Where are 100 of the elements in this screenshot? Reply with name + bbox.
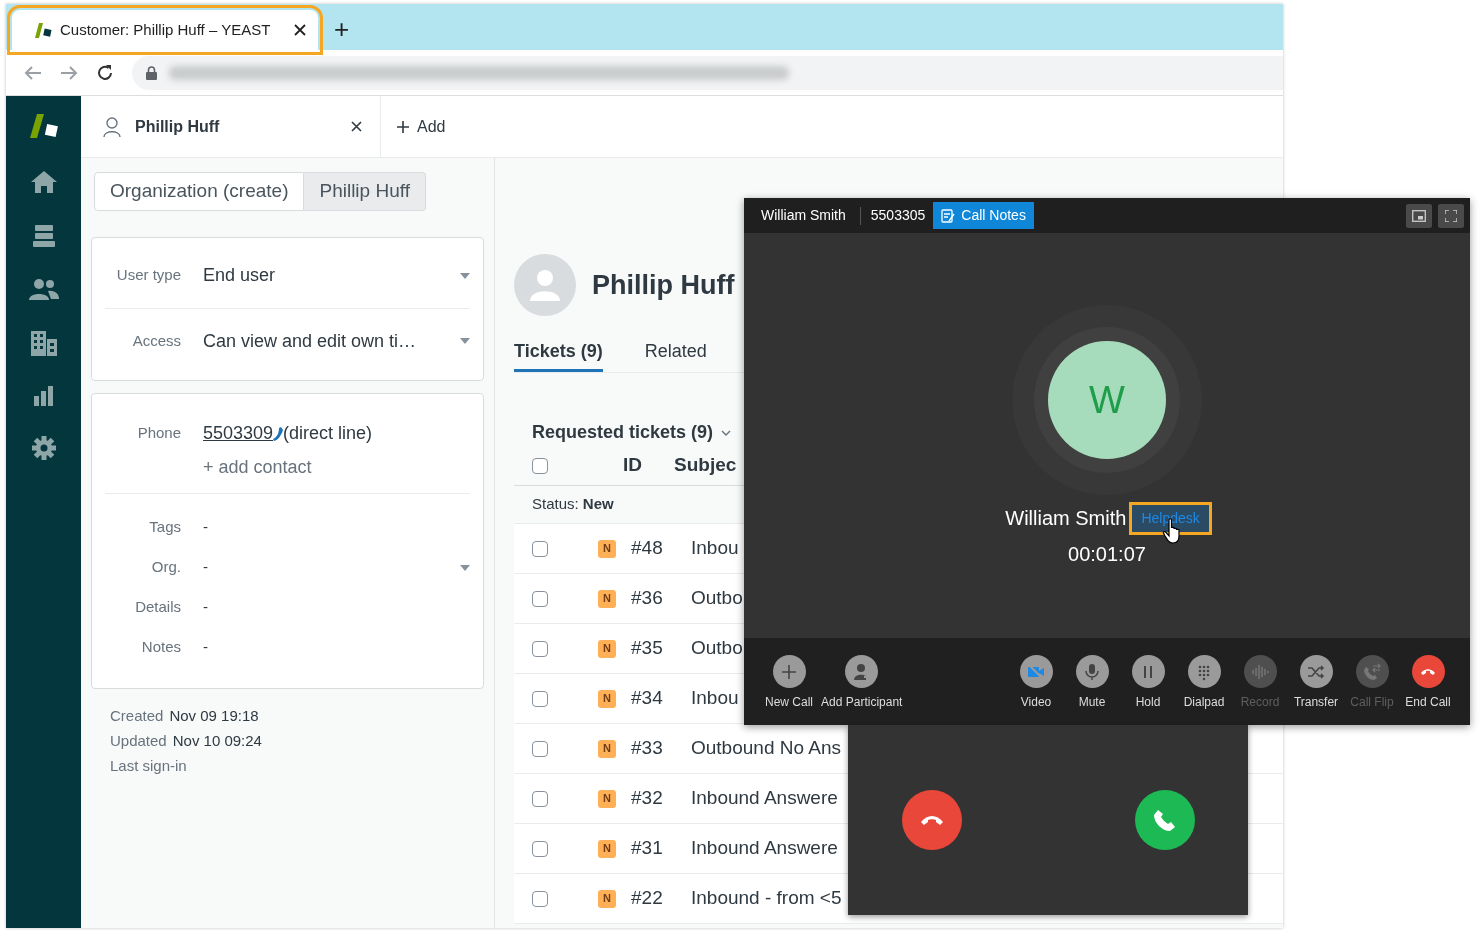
building-icon[interactable] xyxy=(29,330,58,356)
product-logo-icon[interactable] xyxy=(27,112,60,140)
new-call-icon xyxy=(780,662,798,681)
dropdown-caret-icon[interactable] xyxy=(460,338,470,344)
field-value[interactable]: - xyxy=(203,596,470,619)
metadata-text: Last sign-in xyxy=(110,755,188,776)
phone-icon xyxy=(1154,809,1176,831)
ticket-id[interactable]: #22 xyxy=(631,884,691,913)
metadata-text: Updated Nov 10 09:24 xyxy=(110,730,263,751)
metadata-text: Created Nov 09 19:18 xyxy=(110,705,260,726)
ticket-subject[interactable]: Inbound Answere xyxy=(691,784,838,813)
back-icon[interactable] xyxy=(24,64,42,81)
video-button[interactable]: Video xyxy=(1012,655,1060,711)
picture-in-picture-button[interactable] xyxy=(1406,203,1432,228)
ticket-subject[interactable]: Inbound Answere xyxy=(691,834,838,863)
field-value[interactable]: Can view and edit own ti… xyxy=(203,327,460,355)
lock-icon xyxy=(146,65,157,80)
contact-name: William Smith xyxy=(1005,506,1127,531)
ticket-subject[interactable]: Inbound - from <5 xyxy=(691,884,842,913)
field-label: Access xyxy=(131,330,182,351)
transfer-icon xyxy=(1307,662,1325,681)
ticket-subject[interactable]: Outbo xyxy=(691,634,743,663)
profile-tab[interactable]: Tickets (9) xyxy=(514,338,603,372)
new-call-button[interactable]: New Call xyxy=(765,655,813,711)
tickets-heading[interactable]: Requested tickets (9) xyxy=(532,419,732,446)
call-timer: 00:01:07 xyxy=(1068,542,1146,567)
add-tab-button[interactable]: Add xyxy=(381,96,452,157)
add-participant-button[interactable]: Add Participant xyxy=(821,655,903,711)
column-header: ID xyxy=(623,453,643,478)
status-badge: N xyxy=(598,539,616,558)
hang-up-icon xyxy=(920,813,944,827)
select-all-checkbox[interactable] xyxy=(532,457,548,474)
answer-button[interactable] xyxy=(1135,790,1195,850)
end-call-icon xyxy=(1421,668,1435,675)
chevron-down-icon xyxy=(721,429,732,436)
mute-button[interactable]: Mute xyxy=(1068,655,1116,711)
caller-number: 5503305 xyxy=(870,206,926,225)
transfer-button[interactable]: Transfer xyxy=(1292,655,1340,711)
dropdown-caret-icon[interactable] xyxy=(460,564,470,571)
hold-button[interactable]: Hold xyxy=(1124,655,1172,711)
ticket-id[interactable]: #48 xyxy=(631,534,691,563)
profile-tab[interactable]: Related xyxy=(644,338,707,372)
row-checkbox[interactable] xyxy=(532,640,548,657)
ticket-subject[interactable]: Outbo xyxy=(691,584,743,613)
phone-link[interactable]: 5503309 xyxy=(203,420,274,447)
row-checkbox[interactable] xyxy=(532,890,548,907)
field-label: Phone xyxy=(136,423,182,444)
add-contact-link[interactable]: + add contact xyxy=(203,453,312,481)
breadcrumb[interactable]: Phillip Huff xyxy=(304,172,426,211)
ticket-subject[interactable]: Outbound No Ans xyxy=(691,734,841,763)
ticket-id[interactable]: #35 xyxy=(631,634,691,663)
row-checkbox[interactable] xyxy=(532,590,548,607)
row-checkbox[interactable] xyxy=(532,740,548,757)
status-badge: N xyxy=(598,839,616,858)
call-flip-icon xyxy=(1363,662,1381,681)
fullscreen-button[interactable] xyxy=(1438,203,1464,228)
bar-chart-icon[interactable] xyxy=(33,386,54,406)
tab-label: Phillip Huff xyxy=(135,116,221,137)
ticket-id[interactable]: #33 xyxy=(631,734,691,763)
forward-icon[interactable] xyxy=(60,64,78,81)
row-checkbox[interactable] xyxy=(532,790,548,807)
customer-tab[interactable]: Phillip Huff xyxy=(81,96,381,157)
app-logo-icon xyxy=(32,22,52,38)
ticket-id[interactable]: #36 xyxy=(631,584,691,613)
row-checkbox[interactable] xyxy=(532,840,548,857)
plus-icon xyxy=(397,120,409,133)
field-value[interactable]: - xyxy=(203,556,460,579)
ticket-id[interactable]: #31 xyxy=(631,834,691,863)
status-badge: N xyxy=(598,789,616,808)
status-badge: N xyxy=(598,589,616,608)
new-tab-button[interactable]: + xyxy=(334,16,350,42)
ticket-id[interactable]: #32 xyxy=(631,784,691,813)
field-label: Details xyxy=(134,597,182,618)
ticket-id[interactable]: #34 xyxy=(631,684,691,713)
row-checkbox[interactable] xyxy=(532,690,548,707)
dropdown-caret-icon[interactable] xyxy=(460,272,470,279)
dialpad-button[interactable]: Dialpad xyxy=(1180,655,1228,711)
field-value[interactable]: - xyxy=(203,636,470,659)
users-icon[interactable] xyxy=(28,278,59,300)
decline-button[interactable] xyxy=(902,790,962,850)
stacked-trays-icon[interactable] xyxy=(32,224,55,248)
phone-icon[interactable] xyxy=(273,426,284,441)
reload-icon[interactable] xyxy=(96,63,114,82)
customer-name: Phillip Huff xyxy=(592,268,735,302)
row-checkbox[interactable] xyxy=(532,540,548,557)
field-value[interactable]: - xyxy=(203,516,470,539)
end-call-button[interactable]: End Call xyxy=(1404,655,1452,711)
status-badge: N xyxy=(598,739,616,758)
fullscreen-icon xyxy=(1445,209,1457,222)
breadcrumb[interactable]: Organization (create) xyxy=(94,172,305,211)
settings-icon[interactable] xyxy=(31,436,56,460)
field-value[interactable]: End user xyxy=(203,262,460,289)
ticket-subject[interactable]: Inbou xyxy=(691,684,739,713)
call-notes-button[interactable]: Call Notes xyxy=(933,202,1034,229)
field-label: Tags xyxy=(148,517,182,538)
ticket-subject[interactable]: Inbou xyxy=(691,534,739,563)
close-icon[interactable] xyxy=(351,121,362,132)
close-icon[interactable] xyxy=(294,24,306,36)
phone-note: (direct line) xyxy=(283,422,373,445)
home-icon[interactable] xyxy=(29,170,58,194)
